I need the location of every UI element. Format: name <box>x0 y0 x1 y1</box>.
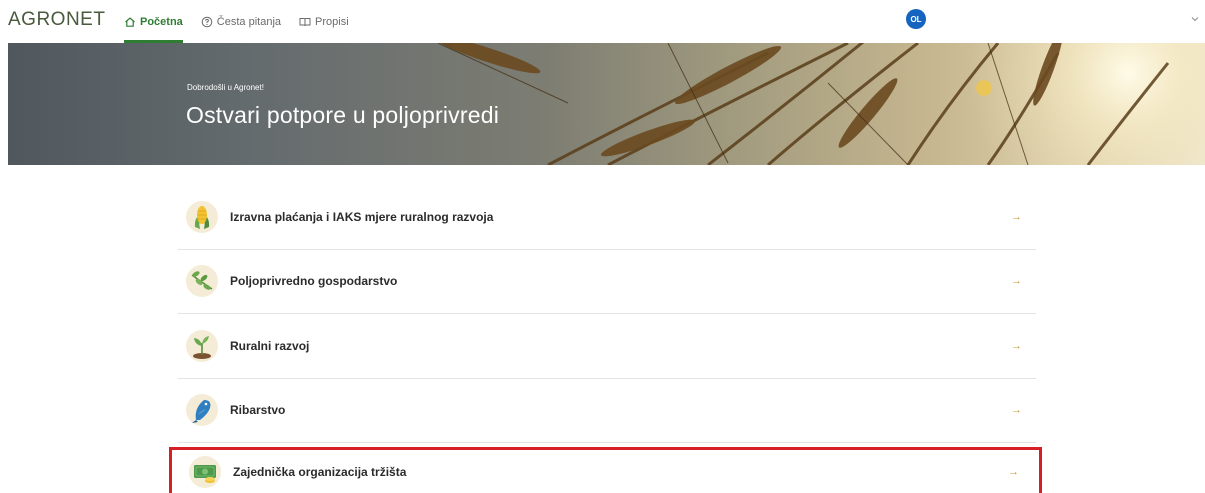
sprout-icon <box>186 329 218 362</box>
nav-item-label: Česta pitanja <box>216 15 282 28</box>
nav-item-propisi[interactable]: Propisi <box>299 0 349 43</box>
chevron-down-icon[interactable] <box>1190 14 1200 24</box>
nav-item-pocetna[interactable]: Početna <box>124 0 183 43</box>
list-item-label: Izravna plaćanja i IAKS mjere ruralnog r… <box>230 209 494 224</box>
list-item-poljoprivredno-gospodarstvo[interactable]: Poljoprivredno gospodarstvo → <box>178 250 1036 314</box>
list-item-ribarstvo[interactable]: Ribarstvo → <box>178 379 1036 443</box>
question-circle-icon <box>201 16 213 27</box>
hero-subtitle: Dobrodošli u Agronet! <box>187 83 264 92</box>
arrow-right-icon[interactable]: → <box>1011 340 1022 352</box>
category-list: Izravna plaćanja i IAKS mjere ruralnog r… <box>169 185 1042 493</box>
money-icon <box>189 455 221 488</box>
arrow-right-icon[interactable]: → <box>1008 466 1019 478</box>
nav-item-cesta-pitanja[interactable]: Česta pitanja <box>201 0 281 43</box>
book-icon <box>299 17 311 26</box>
list-item-label: Ruralni razvoj <box>230 338 310 353</box>
list-item-zajednicka-organizacija-trzista[interactable]: Zajednička organizacija tržišta → <box>169 447 1042 493</box>
arrow-right-icon[interactable]: → <box>1011 275 1022 287</box>
main-nav: Početna Česta pitanja Propisi <box>124 0 367 43</box>
corn-icon <box>186 200 218 233</box>
hero-banner: Dobrodošli u Agronet! Ostvari potpore u … <box>8 43 1205 165</box>
leaves-icon <box>186 265 218 298</box>
top-navigation-bar: AGRONET Početna Česta pitanja Propisi OL <box>0 0 1205 43</box>
list-item-izravna-placanja[interactable]: Izravna plaćanja i IAKS mjere ruralnog r… <box>178 185 1036 250</box>
nav-item-label: Početna <box>140 15 183 28</box>
user-avatar[interactable]: OL <box>906 9 926 29</box>
nav-item-label: Propisi <box>315 15 349 28</box>
hero-title: Ostvari potpore u poljoprivredi <box>186 102 500 128</box>
list-item-label: Zajednička organizacija tržišta <box>233 464 407 479</box>
list-item-label: Ribarstvo <box>230 403 286 418</box>
arrow-right-icon[interactable]: → <box>1011 404 1022 416</box>
arrow-right-icon[interactable]: → <box>1011 211 1022 223</box>
agronet-logo[interactable]: AGRONET <box>8 9 105 31</box>
fish-icon <box>186 394 218 427</box>
home-icon <box>125 16 135 27</box>
list-item-label: Poljoprivredno gospodarstvo <box>230 274 398 289</box>
list-item-ruralni-razvoj[interactable]: Ruralni razvoj → <box>178 314 1036 379</box>
